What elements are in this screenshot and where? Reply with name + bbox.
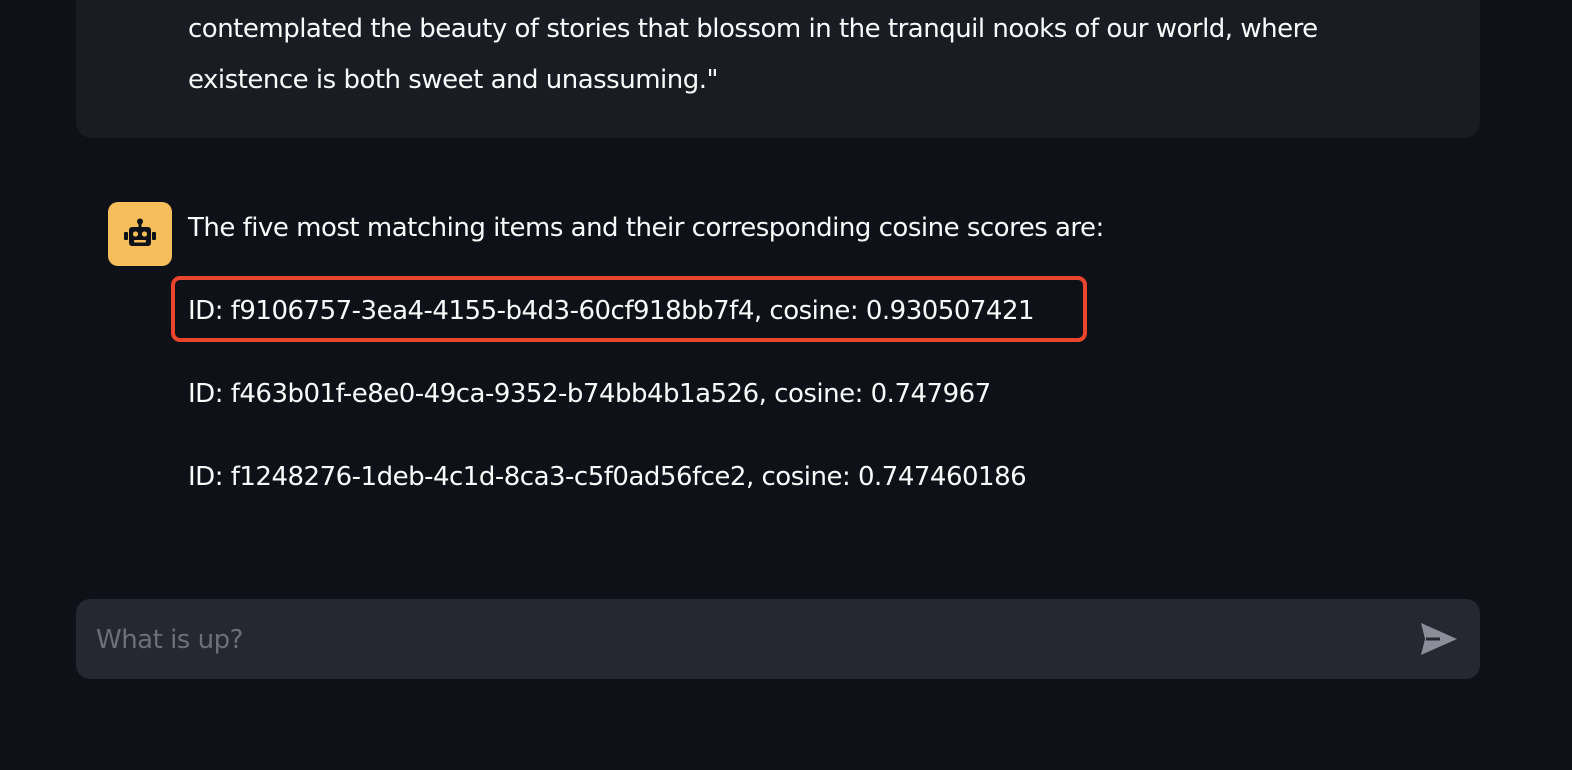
result-line-2: ID: f463b01f-e8e0-49ca-9352-b74bb4b1a526… — [188, 379, 991, 409]
chat-input-bar — [76, 599, 1480, 681]
assistant-avatar — [108, 202, 172, 266]
user-message-text: contemplated the beauty of stories that … — [188, 4, 1438, 106]
chat-page: contemplated the beauty of stories that … — [0, 0, 1572, 770]
user-message-line: existence is both sweet and unassuming." — [188, 65, 718, 95]
user-message: contemplated the beauty of stories that … — [76, 0, 1480, 138]
result-line-1: ID: f9106757-3ea4-4155-b4d3-60cf918bb7f4… — [188, 296, 1035, 326]
chat-input[interactable] — [94, 599, 1398, 681]
user-message-line: contemplated the beauty of stories that … — [188, 14, 1318, 44]
robot-icon — [124, 218, 156, 246]
result-line-3: ID: f1248276-1deb-4c1d-8ca3-c5f0ad56fce2… — [188, 462, 1027, 492]
send-button[interactable] — [1418, 619, 1460, 659]
send-icon — [1421, 623, 1457, 655]
assistant-intro-text: The five most matching items and their c… — [188, 213, 1104, 243]
